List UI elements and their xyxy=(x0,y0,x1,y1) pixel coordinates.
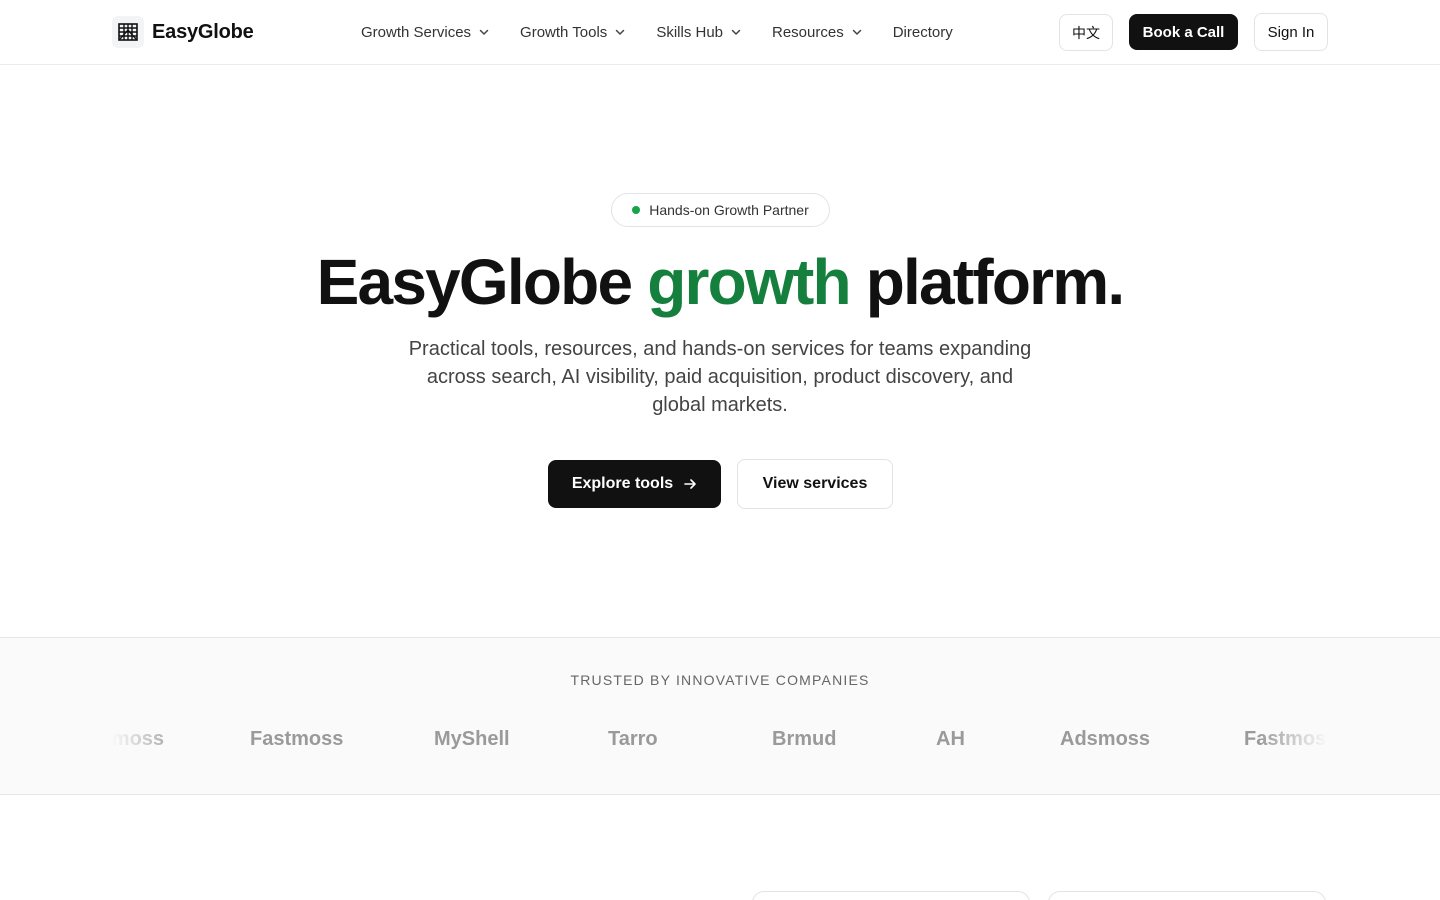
brand-logo-link[interactable]: EasyGlobe xyxy=(112,16,254,48)
company-logo: Adsmoss xyxy=(1060,728,1151,750)
feature-card[interactable] xyxy=(1048,891,1326,900)
company-logo: Fastmoss xyxy=(1244,728,1328,750)
nav-skills-hub-label: Skills Hub xyxy=(656,23,723,41)
company-logo: Adsmoss xyxy=(112,728,165,750)
chevron-down-icon xyxy=(616,29,625,35)
nav-resources-label: Resources xyxy=(772,23,844,41)
feature-card[interactable] xyxy=(752,891,1030,900)
book-call-button[interactable]: Book a Call xyxy=(1129,14,1238,50)
hero-title-part1: EasyGlobe xyxy=(316,246,648,318)
nav-growth-tools-label: Growth Tools xyxy=(520,23,608,41)
sign-in-button[interactable]: Sign In xyxy=(1254,13,1328,51)
company-logo: Fastmoss xyxy=(250,728,344,750)
site-header: EasyGlobe Growth Services Growth Tools S… xyxy=(0,0,1440,65)
hero-title-part2: platform. xyxy=(849,246,1125,318)
hero-title-accent: growth xyxy=(647,246,851,318)
hero-badge: Hands-on Growth Partner xyxy=(611,193,830,227)
trusted-by-section: TRUSTED BY INNOVATIVE COMPANIES Adsmoss … xyxy=(0,637,1440,795)
globe-logo-icon xyxy=(112,16,144,48)
nav-skills-hub[interactable]: Skills Hub xyxy=(656,24,742,41)
hero-title: EasyGlobe growth platform. xyxy=(0,244,1440,320)
chevron-down-icon xyxy=(731,29,741,35)
company-logo: MyShell xyxy=(434,728,510,750)
hero-subtitle: Practical tools, resources, and hands-on… xyxy=(408,338,1032,416)
nav-growth-tools[interactable]: Growth Tools xyxy=(520,24,626,41)
nav-growth-services-label: Growth Services xyxy=(361,23,472,41)
nav-growth-services[interactable]: Growth Services xyxy=(361,24,490,41)
hero-badge-text: Hands-on Growth Partner xyxy=(649,202,809,218)
status-dot-icon xyxy=(632,206,641,214)
view-services-button[interactable]: View services xyxy=(737,459,893,509)
company-logo: AH xyxy=(936,728,965,750)
main-nav: Growth Services Growth Tools Skills Hub … xyxy=(361,0,953,64)
logo-marquee: Adsmoss Fastmoss MyShell Tarro Brmud AH … xyxy=(112,724,1328,754)
company-logo: Brmud xyxy=(772,728,837,750)
nav-resources[interactable]: Resources xyxy=(772,24,863,41)
brand-name: EasyGlobe xyxy=(152,20,254,43)
explore-tools-button[interactable]: Explore tools xyxy=(548,460,721,508)
chevron-down-icon xyxy=(479,29,489,35)
chevron-down-icon xyxy=(852,29,861,35)
explore-tools-label: Explore tools xyxy=(571,475,674,492)
language-switch-button[interactable]: 中文 xyxy=(1059,14,1113,51)
nav-directory-label: Directory xyxy=(892,23,953,41)
arrow-right-icon xyxy=(684,479,696,489)
company-logo: Tarro xyxy=(608,728,658,750)
trusted-label: TRUSTED BY INNOVATIVE COMPANIES xyxy=(570,672,870,688)
nav-directory[interactable]: Directory xyxy=(893,24,953,41)
